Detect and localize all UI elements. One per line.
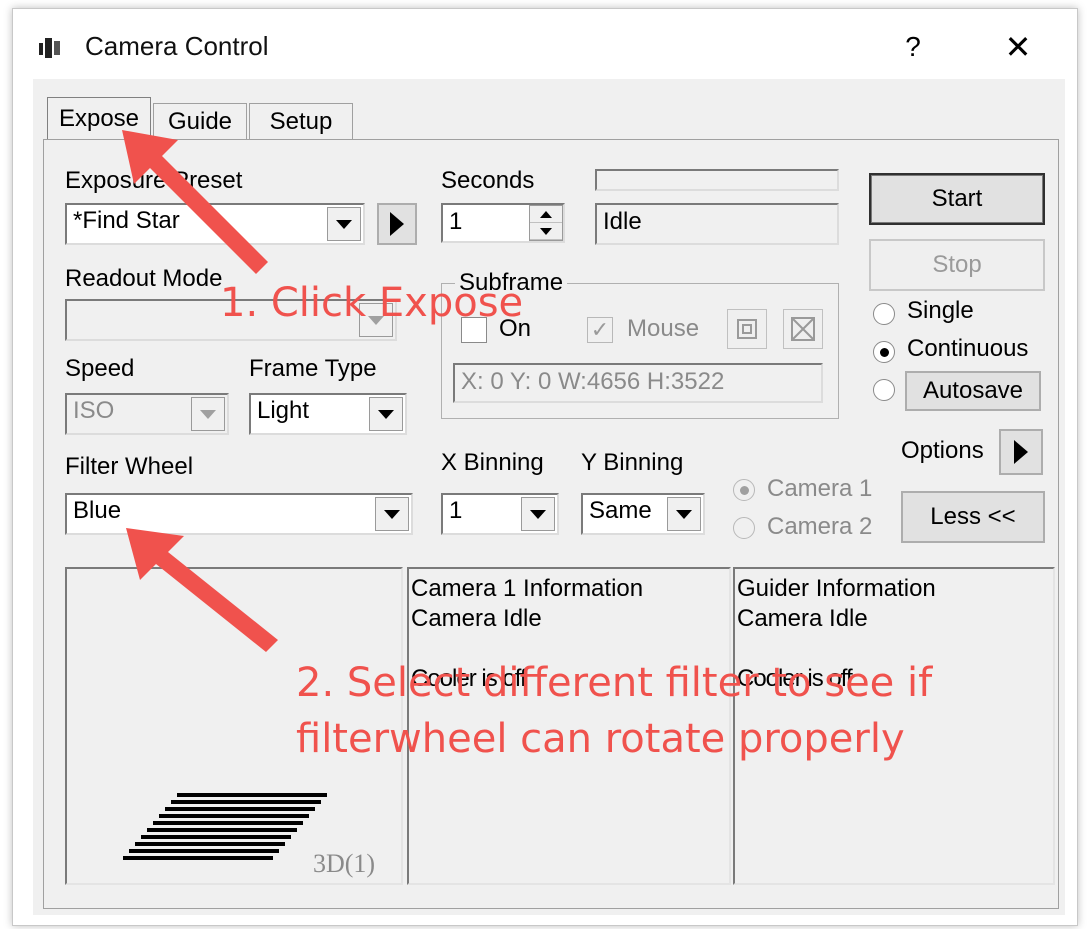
frame-type-value: Light: [257, 397, 310, 424]
exposure-preset-value: *Find Star: [73, 207, 180, 234]
filter-wheel-value: Blue: [73, 497, 122, 524]
y-binning-value: Same: [589, 497, 652, 524]
exposure-preset-label: Exposure Preset: [65, 167, 243, 194]
preview-label: 3D(1): [313, 849, 376, 878]
stop-button[interactable]: Stop: [869, 239, 1045, 291]
annotation-step1: 1. Click Expose: [220, 280, 524, 326]
subframe-mouse-checkbox[interactable]: ✓: [587, 317, 613, 343]
help-button[interactable]: ?: [883, 27, 943, 67]
play-arrow-icon: [390, 212, 404, 236]
camera1-label: Camera 1: [767, 475, 873, 502]
chevron-down-icon: [375, 497, 409, 531]
exposure-preset-select[interactable]: *Find Star: [65, 203, 365, 245]
subframe-mouse-label: Mouse: [627, 315, 700, 342]
guider-info-status: Camera Idle: [737, 605, 868, 632]
status-field: Idle: [595, 203, 839, 245]
x-binning-select[interactable]: 1: [441, 493, 559, 535]
camera-info-status: Camera Idle: [411, 605, 542, 632]
annotation-step2-line2: filterwheel can rotate properly: [296, 716, 905, 762]
close-button[interactable]: ✕: [988, 27, 1048, 67]
chevron-down-icon: [667, 497, 701, 531]
x-binning-value: 1: [449, 497, 463, 524]
chevron-down-icon: [521, 497, 555, 531]
seconds-spinner[interactable]: [529, 205, 563, 241]
y-binning-label: Y Binning: [581, 449, 684, 476]
single-label: Single: [907, 297, 974, 324]
camera-control-window: Camera Control ? ✕ Expose Guide Setup Ex…: [12, 8, 1078, 926]
full-frame-icon[interactable]: [783, 309, 823, 349]
spin-up-icon[interactable]: [530, 206, 562, 223]
seconds-label: Seconds: [441, 167, 535, 194]
guider-info-title: Guider Information: [737, 575, 936, 602]
tab-guide[interactable]: Guide: [153, 103, 247, 141]
tab-setup[interactable]: Setup: [249, 103, 353, 141]
speed-label: Speed: [65, 355, 135, 382]
options-button[interactable]: [999, 429, 1043, 475]
camera1-radio[interactable]: [733, 479, 755, 501]
camera-info-title: Camera 1 Information: [411, 575, 644, 602]
y-binning-select[interactable]: Same: [581, 493, 705, 535]
camera2-label: Camera 2: [767, 513, 873, 540]
start-button[interactable]: Start: [869, 173, 1045, 225]
chevron-down-icon: [369, 397, 403, 431]
single-radio[interactable]: [873, 303, 895, 325]
frame-type-select[interactable]: Light: [249, 393, 407, 435]
chevron-down-icon: [327, 207, 361, 241]
continuous-radio[interactable]: [873, 341, 895, 363]
subframe-coordinates: X: 0 Y: 0 W:4656 H:3522: [453, 363, 823, 403]
filter-wheel-label: Filter Wheel: [65, 453, 194, 480]
speed-value: ISO: [73, 397, 115, 424]
3d-stack-icon: [123, 793, 327, 860]
play-arrow-icon: [1014, 440, 1028, 464]
continuous-label: Continuous: [907, 335, 1029, 362]
options-label: Options: [901, 437, 984, 464]
autosave-radio[interactable]: [873, 379, 895, 401]
app-icon: [39, 38, 60, 58]
readout-mode-label: Readout Mode: [65, 265, 223, 292]
progress-bar: [595, 169, 839, 191]
chevron-down-icon: [191, 397, 225, 431]
select-region-icon[interactable]: [727, 309, 767, 349]
filter-wheel-select[interactable]: Blue: [65, 493, 413, 535]
window-title: Camera Control: [85, 31, 269, 61]
title-bar: Camera Control ? ✕: [13, 9, 1077, 81]
x-binning-label: X Binning: [441, 449, 544, 476]
speed-select[interactable]: ISO: [65, 393, 229, 435]
autosave-button[interactable]: Autosave: [905, 371, 1041, 411]
tab-expose[interactable]: Expose: [47, 97, 151, 141]
camera2-radio[interactable]: [733, 517, 755, 539]
dialog-client-area: Expose Guide Setup Exposure Preset *Find…: [33, 79, 1065, 915]
preset-menu-button[interactable]: [377, 203, 417, 245]
less-button[interactable]: Less <<: [901, 491, 1045, 543]
frame-type-label: Frame Type: [249, 355, 377, 382]
annotation-step2-line1: 2. Select different filter to see if: [296, 660, 933, 706]
spin-down-icon[interactable]: [530, 223, 562, 240]
